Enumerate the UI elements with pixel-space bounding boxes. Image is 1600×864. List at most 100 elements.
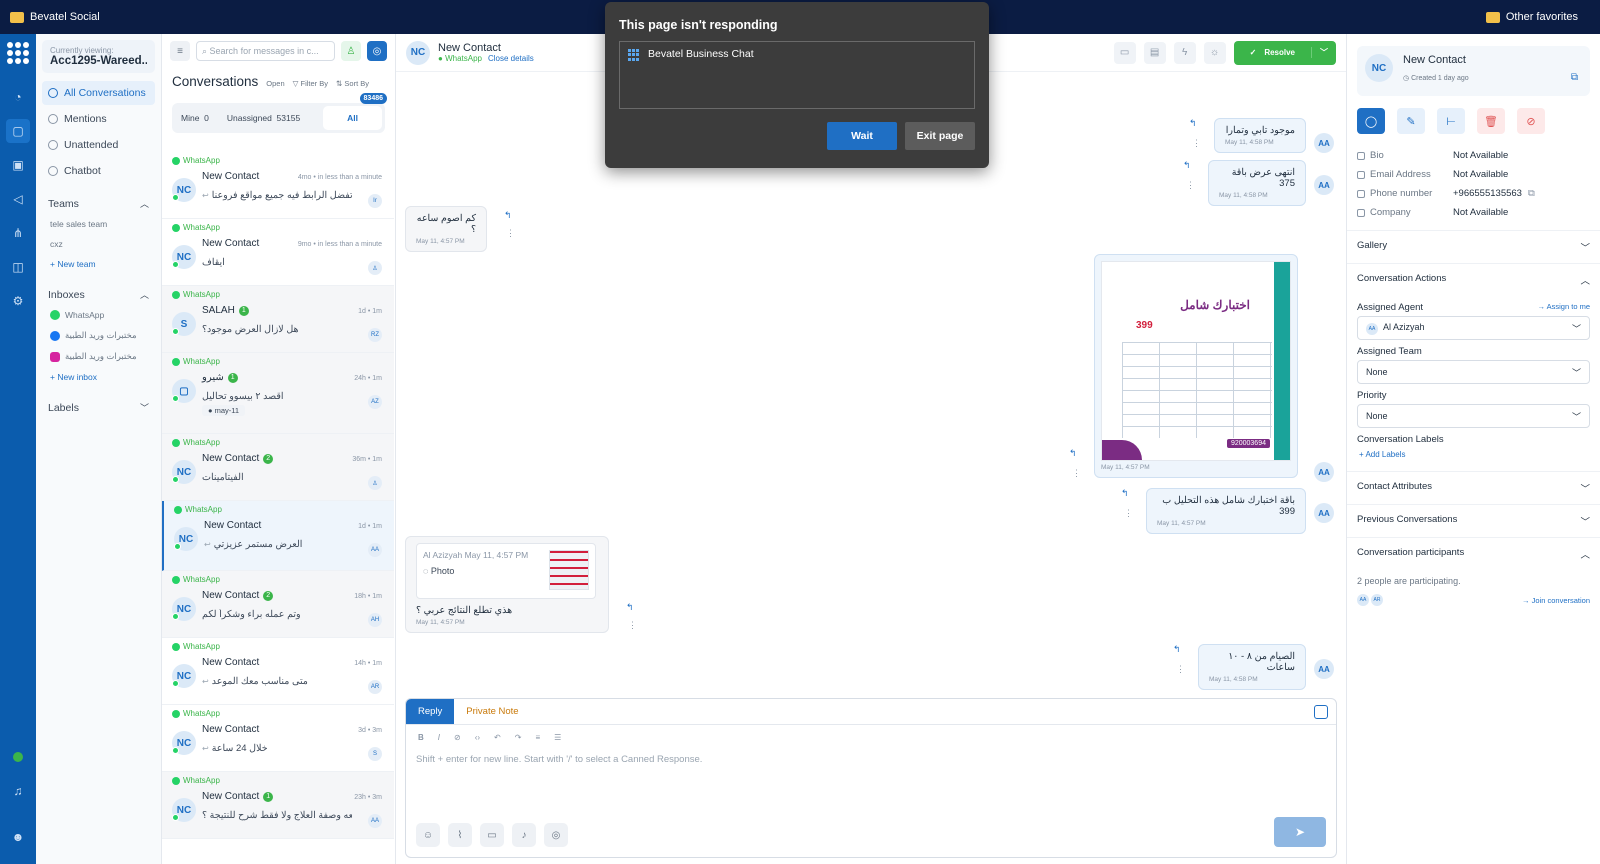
block-contact-button[interactable]: ⊘	[1517, 108, 1545, 134]
conversation-item[interactable]: WhatsApp S SALAH 1 1d • 1m هل لازال العرض…	[162, 286, 394, 353]
sidebar-item-mentions[interactable]: Mentions	[42, 107, 155, 131]
search-input[interactable]: ⌕ Search for messages in c...	[196, 41, 335, 61]
join-conversation-link[interactable]: → Join conversation	[1522, 596, 1590, 605]
sidebar-item-all-conversations[interactable]: All Conversations	[42, 81, 155, 105]
message-input[interactable]: Shift + enter for new line. Start with '…	[406, 750, 1336, 769]
edit-contact-button[interactable]: ✎	[1397, 108, 1425, 134]
menu-icon[interactable]: ≡	[170, 41, 190, 61]
workflow-icon[interactable]: ⋔	[6, 221, 30, 245]
team-item[interactable]: tele sales team	[42, 214, 155, 234]
priority-select[interactable]: None ﹀	[1357, 404, 1590, 428]
new-inbox-button[interactable]: + New inbox	[42, 367, 155, 387]
conversation-item[interactable]: WhatsApp NC New Contact 4mo • in less th…	[162, 152, 394, 219]
add-labels-button[interactable]: + Add Labels	[1347, 448, 1600, 471]
assigned-agent-select[interactable]: AA Al Azizyah ﹀	[1357, 316, 1590, 340]
video-call-icon[interactable]: ▭	[1113, 41, 1136, 64]
quoted-message[interactable]: Al Azizyah May 11, 4:57 PM ◌ Photo	[416, 543, 596, 599]
reply-icon[interactable]: ↰	[504, 210, 512, 221]
offer-poster-image[interactable]: اختبارك شامل 399 920003694	[1101, 261, 1291, 461]
external-link-icon[interactable]: ⧉	[1571, 72, 1578, 83]
previous-conversations-toggle[interactable]: Previous Conversations ﹀	[1347, 504, 1600, 537]
more-options-icon[interactable]: ⋮	[1176, 664, 1185, 675]
favorite-other[interactable]: Other favorites	[1485, 11, 1578, 23]
expand-icon[interactable]	[1314, 705, 1328, 719]
copy-icon[interactable]: ⧉	[1528, 188, 1535, 199]
conversations-icon[interactable]: ▢	[6, 119, 30, 143]
assign-to-me-link[interactable]: → Assign to me	[1537, 302, 1590, 313]
more-options-icon[interactable]: ⋮	[1072, 468, 1081, 479]
chat-contact-name[interactable]: New Contact	[438, 42, 534, 54]
more-options-icon[interactable]: ⋮	[1124, 508, 1133, 519]
add-contact-icon[interactable]: ♙	[341, 41, 361, 61]
code-icon[interactable]: ‹›	[475, 733, 480, 742]
inboxes-section-toggle[interactable]: Inboxes ︿	[42, 280, 155, 305]
merge-contact-button[interactable]: ⊢	[1437, 108, 1465, 134]
attr-value[interactable]: +966555135563	[1453, 188, 1522, 199]
wait-button[interactable]: Wait	[827, 122, 897, 150]
sort-button[interactable]: ⇅ Sort By	[336, 79, 369, 88]
inbox-item-whatsapp[interactable]: WhatsApp	[42, 305, 155, 325]
conversation-item[interactable]: WhatsApp ▢ شيرو 1 24h • 1m اقصد ٢ بيسوو ت…	[162, 353, 394, 434]
conversation-item[interactable]: WhatsApp NC New Contact 3d • 3m ↩ خلال 24…	[162, 705, 394, 772]
reply-icon[interactable]: ↰	[1189, 118, 1197, 129]
macro-icon[interactable]: ϟ	[1173, 41, 1196, 64]
tab-private-note[interactable]: Private Note	[454, 699, 530, 724]
more-options-icon[interactable]: ⋮	[1186, 180, 1195, 191]
conversation-item[interactable]: WhatsApp NC New Contact1 23h • 3m ن معه …	[162, 772, 394, 839]
snooze-icon[interactable]: ☼	[1203, 41, 1226, 64]
contacts-icon[interactable]: ▣	[6, 153, 30, 177]
bell-icon[interactable]: ♫	[6, 779, 30, 803]
compose-icon[interactable]: ◎	[367, 41, 387, 61]
contact-attributes-toggle[interactable]: Contact Attributes ﹀	[1347, 471, 1600, 504]
more-options-icon[interactable]: ⋮	[506, 228, 515, 239]
conversation-item-selected[interactable]: WhatsApp NC New Contact 1d • 1m ↩ العرض م…	[162, 501, 394, 571]
user-avatar-icon[interactable]: ☻	[6, 825, 30, 849]
reply-icon[interactable]: ↰	[1069, 448, 1077, 459]
status-dot-icon[interactable]	[13, 752, 23, 762]
whatsapp-template-icon[interactable]: ◎	[544, 823, 568, 847]
attachment-icon[interactable]: ⌇	[448, 823, 472, 847]
conversation-item[interactable]: WhatsApp NC New Contact 9mo • in less th…	[162, 219, 394, 286]
more-options-icon[interactable]: ⋮	[628, 620, 637, 631]
favorite-bevatel-social[interactable]: Bevatel Social	[10, 11, 100, 23]
dashboard-icon[interactable]: ◔	[6, 85, 30, 109]
reply-icon[interactable]: ↰	[1173, 644, 1181, 655]
status-filter[interactable]: Open	[266, 79, 284, 88]
exit-page-button[interactable]: Exit page	[905, 122, 975, 150]
labels-section-toggle[interactable]: Labels ﹀	[42, 393, 155, 418]
send-button[interactable]: ➤	[1274, 817, 1326, 847]
teams-section-toggle[interactable]: Teams ︿	[42, 189, 155, 214]
reply-icon[interactable]: ↰	[626, 602, 634, 613]
delete-contact-button[interactable]: 🗑	[1477, 108, 1505, 134]
filter-button[interactable]: ▽ Filter By	[293, 79, 328, 88]
account-switcher[interactable]: Currently viewing: Acc1295-Wareed...	[42, 40, 155, 73]
bold-icon[interactable]: B	[418, 733, 424, 742]
canned-response-icon[interactable]: ▭	[480, 823, 504, 847]
inbox-item-facebook[interactable]: مختبرات وريد الطبية	[42, 325, 155, 346]
more-options-icon[interactable]: ⋮	[1192, 138, 1201, 149]
numbered-list-icon[interactable]: ☰	[554, 733, 561, 742]
emoji-icon[interactable]: ☺	[416, 823, 440, 847]
team-item[interactable]: cxz	[42, 234, 155, 254]
app-logo-icon[interactable]	[7, 42, 29, 64]
participants-toggle[interactable]: Conversation participants ︿	[1347, 537, 1600, 570]
tab-unassigned[interactable]: Unassigned 53155	[218, 113, 309, 123]
close-details-link[interactable]: Close details	[488, 54, 534, 63]
conversation-actions-toggle[interactable]: Conversation Actions ︿	[1347, 263, 1600, 296]
chevron-down-icon[interactable]: ﹀	[1311, 47, 1336, 58]
settings-icon[interactable]: ⚙	[6, 289, 30, 313]
sidebar-item-unattended[interactable]: Unattended	[42, 133, 155, 157]
undo-icon[interactable]: ↶	[494, 733, 501, 742]
campaigns-icon[interactable]: ◁	[6, 187, 30, 211]
tab-all[interactable]: All	[323, 106, 382, 130]
bullet-list-icon[interactable]: ≡	[535, 733, 540, 742]
tab-reply[interactable]: Reply	[406, 699, 455, 724]
microphone-icon[interactable]: ♪	[512, 823, 536, 847]
conversation-item[interactable]: WhatsApp NC New Contact 2 36m • 1m الفيتا…	[162, 434, 394, 501]
transcript-icon[interactable]: ▤	[1143, 41, 1166, 64]
inbox-item-instagram[interactable]: مختبرات وريد الطبية	[42, 346, 155, 367]
reply-icon[interactable]: ↰	[1121, 488, 1129, 499]
reports-icon[interactable]: ◫	[6, 255, 30, 279]
gallery-section-toggle[interactable]: Gallery ﹀	[1347, 230, 1600, 263]
redo-icon[interactable]: ↷	[515, 733, 522, 742]
